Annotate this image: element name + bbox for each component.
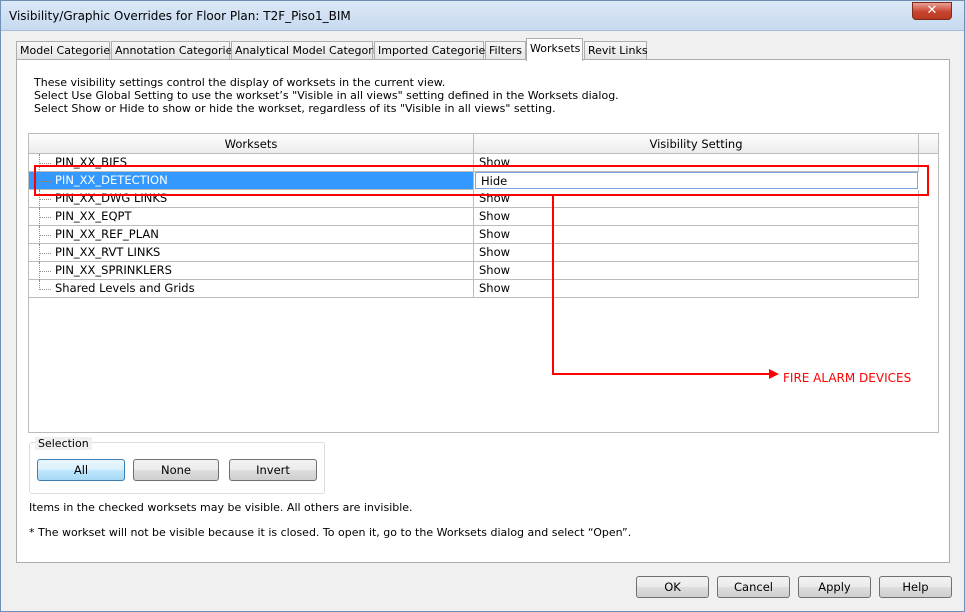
table-row[interactable]: PIN_XX_RVT LINKS Show (29, 244, 919, 262)
column-header-visibility[interactable]: Visibility Setting (474, 134, 919, 154)
select-none-button[interactable]: None (133, 459, 219, 481)
visibility-cell[interactable]: Show (474, 244, 919, 262)
help-button[interactable]: Help (879, 576, 952, 598)
tab-revit-links[interactable]: Revit Links (584, 41, 648, 60)
tree-line (39, 253, 51, 254)
invert-selection-button[interactable]: Invert (229, 459, 317, 481)
close-icon: ✕ (926, 3, 938, 18)
dialog-window: Visibility/Graphic Overrides for Floor P… (0, 0, 965, 612)
tab-analytical-model-categories[interactable]: Analytical Model Categories (231, 41, 388, 60)
description-line: These visibility settings control the di… (34, 76, 446, 89)
workset-name-cell[interactable]: PIN_XX_SPRINKLERS (29, 262, 474, 280)
tree-line (39, 199, 51, 200)
close-button[interactable]: ✕ (912, 2, 952, 20)
visibility-cell[interactable]: Show (474, 262, 919, 280)
visibility-cell[interactable]: Show (474, 226, 919, 244)
annotation-arrow-line (552, 373, 771, 375)
tree-line (39, 163, 51, 164)
tree-line (39, 289, 51, 290)
tab-worksets[interactable]: Worksets (526, 38, 583, 61)
tree-line (39, 217, 51, 218)
tree-line (39, 271, 51, 272)
tree-line (39, 235, 51, 236)
workset-name: PIN_XX_REF_PLAN (55, 227, 159, 241)
description-line: Select Show or Hide to show or hide the … (34, 102, 556, 115)
annotation-label: FIRE ALARM DEVICES (783, 371, 912, 385)
annotation-highlight-box (34, 165, 929, 196)
description-line: Select Use Global Setting to use the wor… (34, 89, 619, 102)
table-row[interactable]: Shared Levels and Grids Show (29, 280, 919, 298)
workset-name: PIN_XX_SPRINKLERS (55, 263, 172, 277)
cancel-button[interactable]: Cancel (717, 576, 790, 598)
grid-header: Worksets Visibility Setting (29, 134, 938, 154)
tab-annotation-categories[interactable]: Annotation Categories (111, 41, 238, 60)
checked-worksets-note: Items in the checked worksets may be vis… (29, 501, 413, 514)
workset-name-cell[interactable]: Shared Levels and Grids (29, 280, 474, 298)
ok-button[interactable]: OK (636, 576, 709, 598)
description: These visibility settings control the di… (34, 76, 619, 115)
workset-name-cell[interactable]: PIN_XX_RVT LINKS (29, 244, 474, 262)
visibility-cell[interactable]: Show (474, 208, 919, 226)
closed-workset-note: * The workset will not be visible becaus… (29, 526, 632, 539)
window-title: Visibility/Graphic Overrides for Floor P… (9, 9, 351, 23)
workset-name-cell[interactable]: PIN_XX_EQPT (29, 208, 474, 226)
apply-button[interactable]: Apply (798, 576, 871, 598)
workset-name: Shared Levels and Grids (55, 281, 195, 295)
table-row[interactable]: PIN_XX_SPRINKLERS Show (29, 262, 919, 280)
workset-name: PIN_XX_RVT LINKS (55, 245, 161, 259)
table-row[interactable]: PIN_XX_REF_PLAN Show (29, 226, 919, 244)
tab-imported-categories[interactable]: Imported Categories (374, 41, 491, 60)
annotation-arrow-line (552, 196, 554, 375)
tab-model-categories[interactable]: Model Categories (16, 41, 116, 60)
selection-group-label: Selection (35, 437, 92, 450)
select-all-button[interactable]: All (37, 459, 125, 481)
workset-name: PIN_XX_EQPT (55, 209, 132, 223)
table-row[interactable]: PIN_XX_EQPT Show (29, 208, 919, 226)
tab-filters[interactable]: Filters (485, 41, 526, 60)
title-bar: Visibility/Graphic Overrides for Floor P… (1, 1, 964, 31)
arrow-head-icon (769, 369, 779, 379)
workset-name-cell[interactable]: PIN_XX_REF_PLAN (29, 226, 474, 244)
visibility-cell[interactable]: Show (474, 280, 919, 298)
column-header-worksets[interactable]: Worksets (29, 134, 474, 154)
